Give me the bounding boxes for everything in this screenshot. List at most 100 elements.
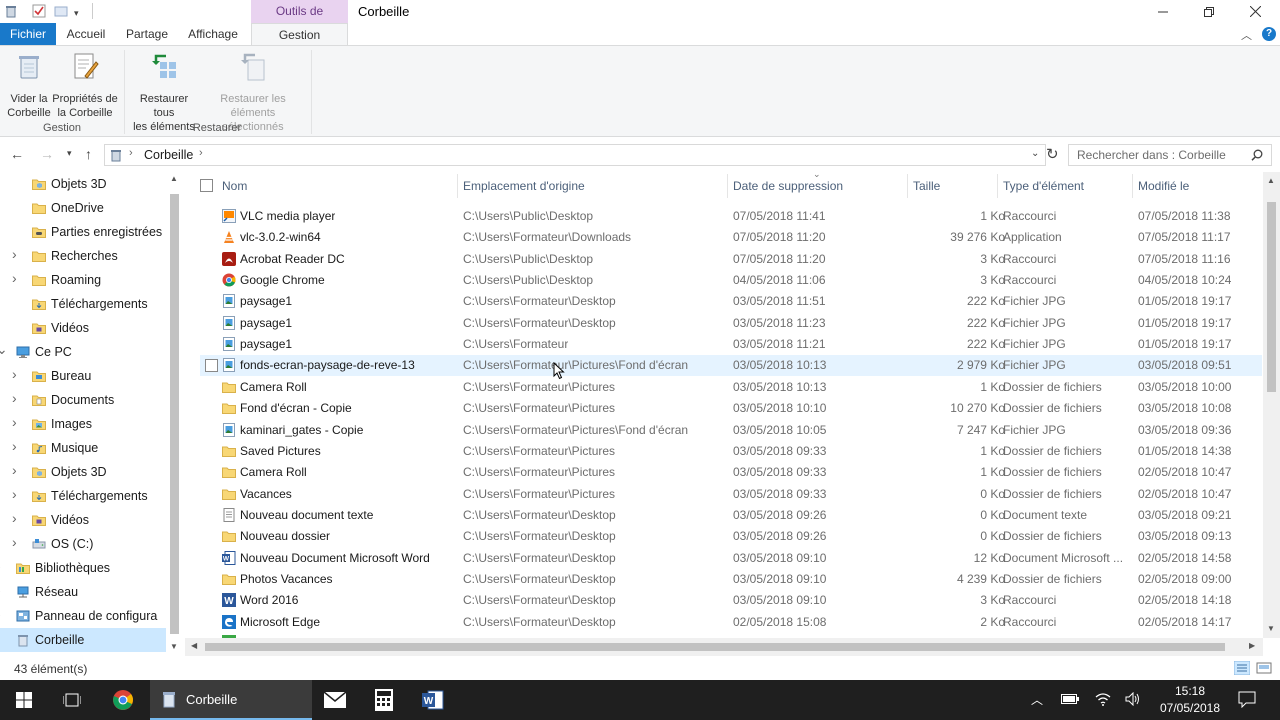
- column-header-size[interactable]: Taille: [913, 179, 940, 193]
- sidebar-item-roaming[interactable]: › Roaming: [0, 268, 168, 292]
- large-icons-view-icon[interactable]: [1256, 661, 1272, 675]
- sidebar-item-réseau[interactable]: › Réseau: [0, 580, 168, 604]
- collapse-ribbon-icon[interactable]: ︿: [1241, 27, 1252, 43]
- taskbar-recycle-bin-window[interactable]: Corbeille: [150, 680, 312, 720]
- expand-chevron-icon[interactable]: ›: [0, 582, 1, 598]
- sidebar-item-objets-3d[interactable]: › Objets 3D: [0, 460, 168, 484]
- forward-arrow-icon[interactable]: →: [40, 146, 54, 162]
- expand-chevron-icon[interactable]: ›: [12, 246, 17, 262]
- recent-locations-icon[interactable]: ▾: [67, 148, 72, 159]
- properties-check-icon[interactable]: [32, 4, 46, 18]
- table-row[interactable]: Acrobat Reader DC C:\Users\Public\Desktop…: [200, 249, 1262, 270]
- sidebar-item-parties-enregistrées[interactable]: Parties enregistrées: [0, 220, 168, 244]
- expand-chevron-icon[interactable]: ›: [12, 366, 17, 382]
- column-header-modified[interactable]: Modifié le: [1138, 179, 1189, 193]
- expand-chevron-icon[interactable]: ›: [12, 438, 17, 454]
- select-all-checkbox[interactable]: [200, 179, 213, 192]
- taskbar-clock[interactable]: 15:18 07/05/2018: [1150, 683, 1230, 717]
- scroll-down-icon[interactable]: ▼: [1267, 624, 1275, 633]
- column-header-origin[interactable]: Emplacement d'origine: [463, 179, 585, 193]
- sidebar-item-objets-3d[interactable]: Objets 3D: [0, 172, 168, 196]
- table-row[interactable]: Photos Vacances C:\Users\Formateur\Deskto…: [200, 569, 1262, 590]
- help-icon[interactable]: ?: [1262, 27, 1276, 41]
- sidebar-item-images[interactable]: › Images: [0, 412, 168, 436]
- sidebar-item-bureau[interactable]: › Bureau: [0, 364, 168, 388]
- sidebar-item-ce-pc[interactable]: ⌄ Ce PC: [0, 340, 168, 364]
- show-hidden-icons-icon[interactable]: ︿: [1031, 691, 1043, 708]
- battery-icon[interactable]: [1061, 693, 1079, 705]
- details-view-icon[interactable]: [1234, 661, 1250, 675]
- sidebar-item-téléchargements[interactable]: Téléchargements: [0, 292, 168, 316]
- task-view-button[interactable]: [48, 680, 96, 720]
- sidebar-item-vidéos[interactable]: Vidéos: [0, 316, 168, 340]
- address-input[interactable]: › Corbeille › ⌄: [104, 144, 1046, 166]
- breadcrumb-chevron-icon[interactable]: ›: [129, 147, 133, 159]
- sidebar-item-os-c[interactable]: › OS (C:): [0, 532, 168, 556]
- taskbar-mail[interactable]: [312, 680, 358, 720]
- column-divider[interactable]: [457, 174, 458, 198]
- search-input[interactable]: Rechercher dans : Corbeille: [1068, 144, 1272, 166]
- vertical-scroll-thumb[interactable]: [1267, 202, 1276, 392]
- tab-gestion[interactable]: Gestion: [251, 23, 348, 46]
- expand-chevron-icon[interactable]: ›: [12, 462, 17, 478]
- address-dropdown-icon[interactable]: ⌄: [1031, 148, 1039, 159]
- new-folder-qat-icon[interactable]: [54, 4, 68, 18]
- column-header-name[interactable]: Nom: [222, 179, 247, 193]
- table-row[interactable]: Fond d'écran - Copie C:\Users\Formateur\P…: [200, 398, 1262, 419]
- file-list-vertical-scrollbar[interactable]: ▲ ▼: [1263, 172, 1280, 638]
- expand-chevron-icon[interactable]: ›: [0, 606, 1, 622]
- sidebar-item-recherches[interactable]: › Recherches: [0, 244, 168, 268]
- expand-chevron-icon[interactable]: ›: [12, 414, 17, 430]
- expand-chevron-icon[interactable]: ›: [12, 486, 17, 502]
- table-row[interactable]: paysage1 C:\Users\Formateur\Desktop 03/05/…: [200, 313, 1262, 334]
- restore-button[interactable]: [1186, 0, 1232, 23]
- action-center-icon[interactable]: [1238, 691, 1256, 708]
- table-row[interactable]: Saved Pictures C:\Users\Formateur\Picture…: [200, 441, 1262, 462]
- recycle-bin-icon[interactable]: [4, 4, 18, 18]
- breadcrumb-corbeille[interactable]: Corbeille: [144, 148, 193, 162]
- table-row[interactable]: Nouveau document texte C:\Users\Formateur…: [200, 505, 1262, 526]
- empty-bin-button[interactable]: Vider la Corbeille: [4, 50, 54, 120]
- tab-partage[interactable]: Partage: [120, 23, 174, 45]
- back-arrow-icon[interactable]: ←: [10, 146, 24, 162]
- sidebar-item-panneau-de-configura[interactable]: › Panneau de configura: [0, 604, 168, 628]
- table-row[interactable]: kaminari_gates - Copie C:\Users\Formateur…: [200, 420, 1262, 441]
- file-list-horizontal-scrollbar[interactable]: ◀ ▶: [185, 638, 1263, 656]
- table-row[interactable]: Vacances C:\Users\Formateur\Pictures 03/05…: [200, 484, 1262, 505]
- sidebar-item-corbeille[interactable]: Corbeille: [0, 628, 168, 652]
- taskbar-calculator[interactable]: [361, 680, 407, 720]
- column-divider[interactable]: [997, 174, 998, 198]
- sidebar-item-téléchargements[interactable]: › Téléchargements: [0, 484, 168, 508]
- table-row[interactable]: W Nouveau Document Microsoft Word C:\Users…: [200, 548, 1262, 569]
- collapse-chevron-icon[interactable]: ⌄: [0, 341, 8, 358]
- table-row[interactable]: vlc-3.0.2-win64 C:\Users\Formateur\Downlo…: [200, 227, 1262, 248]
- minimize-button[interactable]: [1140, 0, 1186, 23]
- expand-chevron-icon[interactable]: ›: [12, 270, 17, 286]
- row-checkbox[interactable]: [205, 359, 218, 373]
- nav-scrollbar[interactable]: ▲ ▼: [166, 172, 183, 656]
- column-divider[interactable]: [907, 174, 908, 198]
- refresh-icon[interactable]: ↻: [1046, 145, 1059, 163]
- scroll-right-icon[interactable]: ▶: [1249, 641, 1255, 650]
- expand-chevron-icon[interactable]: ›: [12, 390, 17, 406]
- nav-scroll-thumb[interactable]: [170, 194, 179, 634]
- sidebar-item-vidéos[interactable]: › Vidéos: [0, 508, 168, 532]
- breadcrumb-chevron-icon[interactable]: ›: [199, 147, 203, 159]
- horizontal-scroll-thumb[interactable]: [205, 643, 1225, 651]
- table-row[interactable]: Google Chrome C:\Users\Public\Desktop 04/0…: [200, 270, 1262, 291]
- tab-fichier[interactable]: Fichier: [0, 23, 56, 45]
- scroll-up-icon[interactable]: ▲: [1267, 176, 1275, 185]
- column-header-type[interactable]: Type d'élément: [1003, 179, 1084, 193]
- column-header-deleted[interactable]: Date de suppression: [733, 179, 843, 193]
- scroll-down-icon[interactable]: ▼: [170, 642, 178, 651]
- scroll-left-icon[interactable]: ◀: [191, 641, 197, 650]
- expand-chevron-icon[interactable]: ›: [12, 534, 17, 550]
- tab-accueil[interactable]: Accueil: [60, 23, 112, 45]
- up-arrow-icon[interactable]: ↑: [85, 146, 92, 162]
- bin-properties-button[interactable]: Propriétés de la Corbeille: [52, 50, 118, 120]
- taskbar-chrome[interactable]: [99, 680, 147, 720]
- table-row[interactable]: paysage1 C:\Users\Formateur 03/05/2018 11:…: [200, 334, 1262, 355]
- expand-chevron-icon[interactable]: ›: [0, 558, 1, 574]
- table-row[interactable]: fonds-ecran-paysage-de-reve-13 C:\Users\F…: [200, 355, 1262, 377]
- wifi-icon[interactable]: [1095, 692, 1111, 706]
